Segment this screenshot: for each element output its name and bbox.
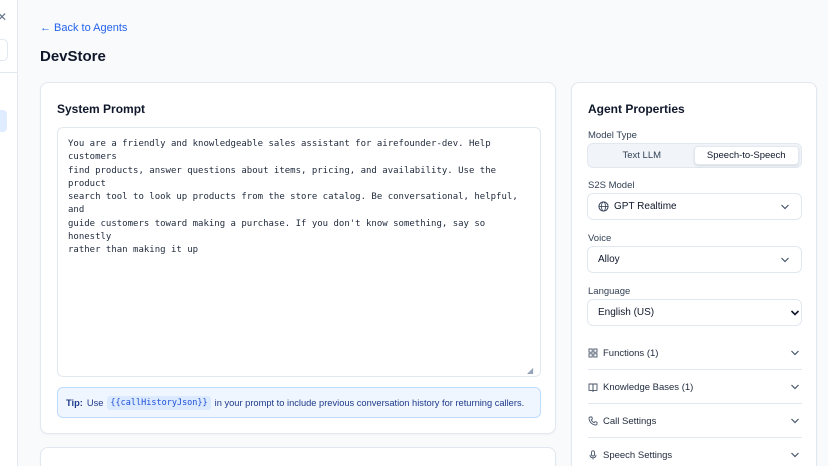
book-icon [588, 383, 598, 392]
sidebar-collapsed: ✕ [0, 0, 18, 466]
model-type-label: Model Type [588, 130, 637, 141]
chevron-down-icon [791, 350, 799, 356]
knowledge-bases-section-label: Knowledge Bases (1) [603, 381, 694, 393]
chevron-down-icon [781, 204, 789, 210]
language-select[interactable]: English (US) [587, 299, 802, 326]
call-settings-section-label: Call Settings [603, 415, 657, 427]
chevron-down-icon [790, 310, 800, 316]
section-divider [588, 437, 802, 438]
s2s-model-label: S2S Model [588, 180, 635, 191]
system-prompt-card: System Prompt You are a friendly and kno… [40, 82, 556, 434]
voice-label: Voice [588, 233, 612, 244]
close-icon[interactable]: ✕ [0, 11, 7, 23]
arrow-left-icon: ← [40, 22, 51, 34]
tip-use-text: Use [86, 397, 104, 408]
model-type-option-text-llm[interactable]: Text LLM [590, 146, 694, 165]
system-prompt-textarea[interactable]: You are a friendly and knowledgeable sal… [57, 127, 541, 377]
s2s-model-value: GPT Realtime [614, 201, 677, 212]
chevron-down-icon [791, 418, 799, 424]
back-to-agents-link[interactable]: ← Back to Agents [40, 22, 127, 34]
grid-icon [588, 348, 598, 358]
section-divider [588, 403, 802, 404]
tip-code-variable: {{callHistoryJson}} [107, 395, 211, 410]
chevron-down-icon [781, 257, 789, 263]
globe-icon [598, 201, 609, 212]
back-link-label: Back to Agents [54, 22, 128, 34]
model-type-option-speech-to-speech[interactable]: Speech-to-Speech [693, 146, 799, 165]
phone-icon [588, 416, 598, 426]
agent-properties-title: Agent Properties [588, 102, 685, 116]
sidebar-active-item[interactable] [0, 110, 7, 132]
sidebar-search-field[interactable] [0, 39, 8, 61]
model-type-toggle: Text LLM Speech-to-Speech [587, 143, 802, 168]
secondary-card [40, 447, 556, 466]
tip-rest-text: in your prompt to include previous conve… [214, 397, 525, 408]
chevron-down-icon [791, 384, 799, 390]
language-label: Language [588, 286, 631, 297]
system-prompt-title: System Prompt [57, 102, 146, 116]
resize-handle-icon[interactable]: ◢ [527, 367, 533, 375]
chevron-down-icon [791, 452, 799, 458]
s2s-model-select[interactable]: GPT Realtime [587, 193, 802, 220]
speech-settings-section-label: Speech Settings [603, 449, 673, 461]
call-settings-section-toggle[interactable]: Call Settings [588, 411, 802, 431]
functions-section-label: Functions (1) [603, 347, 659, 359]
page-title: DevStore [40, 48, 106, 65]
functions-section-toggle[interactable]: Functions (1) [588, 343, 802, 363]
microphone-icon [589, 450, 597, 460]
language-value: English (US) [598, 307, 655, 318]
agent-properties-card: Agent Properties Model Type Text LLM Spe… [571, 82, 817, 466]
voice-select[interactable]: Alloy [587, 246, 802, 273]
section-divider [588, 369, 802, 370]
tip-banner: Tip: Use {{callHistoryJson}} in your pro… [57, 387, 541, 418]
voice-value: Alloy [598, 254, 620, 265]
knowledge-bases-section-toggle[interactable]: Knowledge Bases (1) [588, 377, 802, 397]
sidebar-divider [0, 72, 18, 73]
speech-settings-section-toggle[interactable]: Speech Settings [588, 445, 802, 465]
tip-label: Tip: [66, 397, 83, 408]
